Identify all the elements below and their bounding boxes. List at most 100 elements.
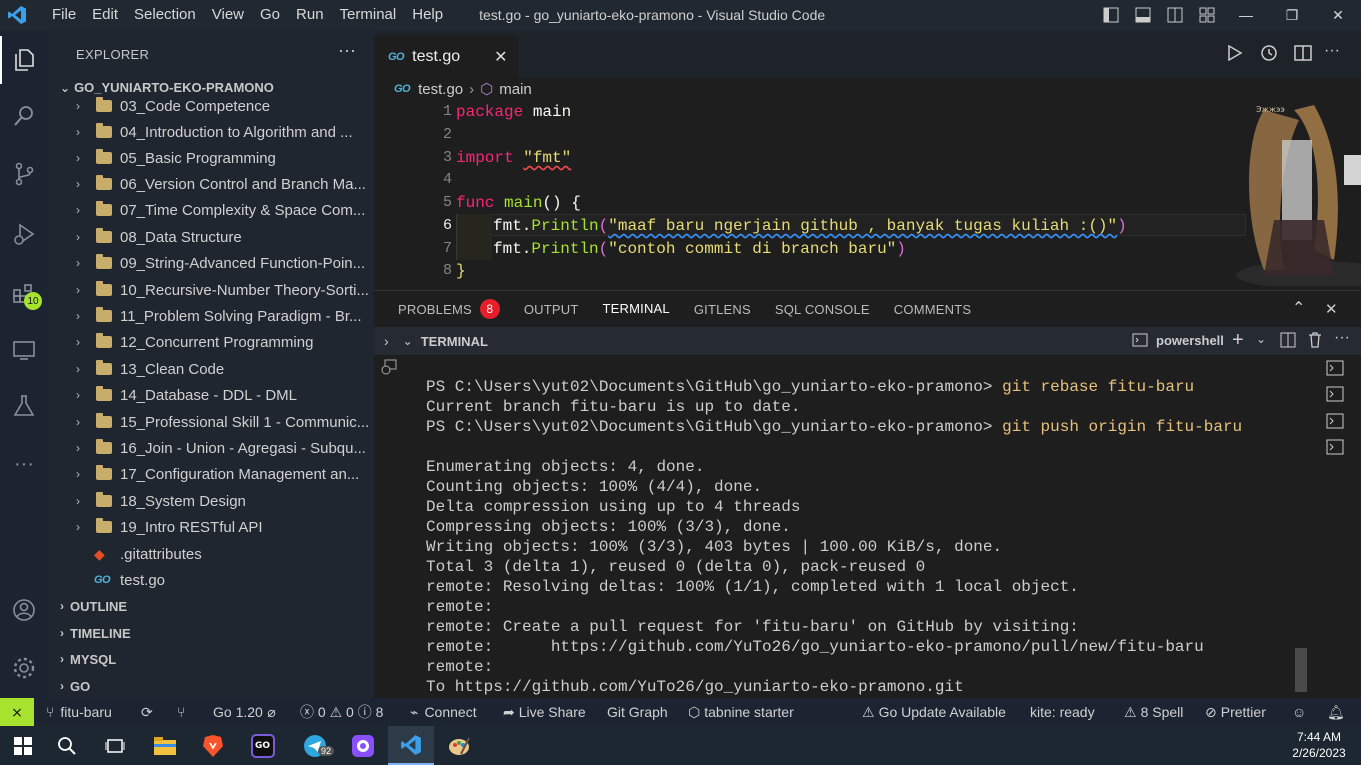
live-share-status[interactable]: ➦ Live Share bbox=[503, 698, 586, 726]
editor-more-icon[interactable]: ··· bbox=[1324, 42, 1340, 60]
folder-item[interactable]: › 08_Data Structure bbox=[48, 224, 374, 250]
spell-status[interactable]: ⚠ 8 Spell bbox=[1124, 698, 1183, 726]
menu-selection[interactable]: Selection bbox=[126, 0, 204, 30]
go-section[interactable]: › GO bbox=[48, 673, 374, 699]
kill-terminal-trash-icon[interactable] bbox=[1308, 332, 1322, 351]
history-icon[interactable] bbox=[1260, 44, 1278, 67]
split-editor-icon[interactable] bbox=[1294, 44, 1312, 67]
folder-item[interactable]: › 19_Intro RESTful API bbox=[48, 514, 374, 540]
connect-status[interactable]: ⌁ Connect bbox=[410, 698, 477, 726]
chevron-right-icon[interactable]: › bbox=[384, 333, 389, 349]
testing-icon[interactable] bbox=[0, 382, 48, 430]
task-view-icon[interactable] bbox=[92, 726, 138, 765]
folder-item[interactable]: › 13_Clean Code bbox=[48, 356, 374, 382]
customize-layout-icon[interactable] bbox=[1191, 0, 1223, 30]
remote-explorer-icon[interactable] bbox=[0, 326, 48, 374]
tab-output[interactable]: OUTPUT bbox=[524, 291, 579, 328]
folder-item[interactable]: › 04_Introduction to Algorithm and ... bbox=[48, 119, 374, 145]
notifications-bell-icon[interactable]: 🔔︎ bbox=[1327, 698, 1345, 726]
terminal-shell-name[interactable]: powershell bbox=[1156, 333, 1224, 348]
menu-view[interactable]: View bbox=[204, 0, 252, 30]
toggle-secondary-sidebar-icon[interactable] bbox=[1159, 0, 1191, 30]
new-terminal-icon[interactable]: + bbox=[1232, 329, 1244, 352]
tab-problems[interactable]: PROBLEMS 8 bbox=[398, 291, 500, 328]
terminal-instance-icon[interactable] bbox=[1326, 439, 1344, 460]
maximize-panel-icon[interactable]: ⌃ bbox=[1292, 298, 1305, 318]
terminal-dropdown-icon[interactable]: ⌄ bbox=[1256, 332, 1266, 346]
menu-run[interactable]: Run bbox=[288, 0, 332, 30]
folder-item[interactable]: › 07_Time Complexity & Space Com... bbox=[48, 197, 374, 223]
go-update-status[interactable]: ⚠ Go Update Available bbox=[862, 698, 1006, 726]
menu-terminal[interactable]: Terminal bbox=[332, 0, 405, 30]
github-desktop-icon[interactable] bbox=[340, 726, 386, 765]
outline-section[interactable]: › OUTLINE bbox=[48, 593, 374, 619]
windows-start-icon[interactable] bbox=[0, 726, 46, 765]
terminal-scrollbar[interactable] bbox=[1295, 648, 1307, 692]
terminal-more-icon[interactable]: ··· bbox=[1334, 329, 1350, 347]
kite-status[interactable]: kite: ready bbox=[1030, 698, 1095, 726]
toggle-sidebar-icon[interactable] bbox=[1095, 0, 1127, 30]
menu-go[interactable]: Go bbox=[252, 0, 288, 30]
folder-item[interactable]: › 16_Join - Union - Agregasi - Subqu... bbox=[48, 435, 374, 461]
folder-item[interactable]: › 14_Database - DDL - DML bbox=[48, 382, 374, 408]
extensions-icon[interactable] bbox=[0, 270, 48, 318]
tab-test-go[interactable]: GO test.go ✕ bbox=[374, 36, 518, 78]
source-control-icon[interactable] bbox=[0, 150, 48, 198]
git-graph-button[interactable]: Git Graph bbox=[607, 698, 668, 726]
breadcrumb-symbol[interactable]: main bbox=[499, 81, 532, 98]
taskbar-clock[interactable]: 7:44 AM 2/26/2023 bbox=[1280, 729, 1358, 761]
explorer-icon[interactable] bbox=[0, 36, 48, 84]
terminal-output[interactable]: PS C:\Users\yut02\Documents\GitHub\go_yu… bbox=[404, 355, 1309, 698]
terminal-instance-icon[interactable] bbox=[1326, 360, 1344, 381]
goland-icon[interactable]: GO bbox=[240, 726, 286, 765]
run-debug-icon[interactable] bbox=[0, 210, 48, 258]
file-item[interactable]: ◆ .gitattributes bbox=[48, 541, 374, 567]
telegram-icon[interactable]: 92 bbox=[292, 726, 338, 765]
file-explorer-icon[interactable] bbox=[142, 726, 188, 765]
folder-item[interactable]: › 18_System Design bbox=[48, 488, 374, 514]
more-views-icon[interactable]: ··· bbox=[0, 440, 48, 488]
folder-item[interactable]: › 11_Problem Solving Paradigm - Br... bbox=[48, 303, 374, 329]
toggle-panel-icon[interactable] bbox=[1127, 0, 1159, 30]
manage-gear-icon[interactable] bbox=[0, 644, 48, 692]
brave-browser-icon[interactable] bbox=[190, 726, 236, 765]
folder-item[interactable]: › 05_Basic Programming bbox=[48, 145, 374, 171]
code-editor[interactable]: Эжжээ 1 2 3 4 5 6 7 8 package main impor… bbox=[374, 100, 1361, 286]
folder-item[interactable]: › 12_Concurrent Programming bbox=[48, 329, 374, 355]
folder-item[interactable]: › 03_Code Competence bbox=[48, 93, 374, 119]
remote-indicator-icon[interactable]: ⨯ bbox=[0, 698, 34, 726]
close-window-button[interactable]: ✕ bbox=[1315, 0, 1361, 30]
problems-status[interactable]: ⓧ 0 ⚠ 0 ⓘ 8 bbox=[300, 698, 383, 726]
minimize-button[interactable]: — bbox=[1223, 0, 1269, 30]
timeline-section[interactable]: › TIMELINE bbox=[48, 620, 374, 646]
folder-item[interactable]: › 15_Professional Skill 1 - Communic... bbox=[48, 409, 374, 435]
prettier-status[interactable]: ⊘ Prettier bbox=[1205, 698, 1266, 726]
terminal-debug-icon[interactable] bbox=[380, 358, 398, 381]
terminal-instance-icon[interactable] bbox=[1326, 386, 1344, 407]
restore-button[interactable]: ❐ bbox=[1269, 0, 1315, 30]
chevron-down-icon[interactable]: ⌄ bbox=[403, 334, 413, 348]
git-compare-icon[interactable]: ⑂ bbox=[177, 698, 185, 726]
terminal-instance-icon[interactable] bbox=[1326, 413, 1344, 434]
taskbar-search-icon[interactable] bbox=[44, 726, 90, 765]
folder-item[interactable]: › 09_String-Advanced Function-Poin... bbox=[48, 250, 374, 276]
folder-item[interactable]: › 10_Recursive-Number Theory-Sorti... bbox=[48, 277, 374, 303]
tab-gitlens[interactable]: GITLENS bbox=[694, 291, 751, 328]
menu-edit[interactable]: Edit bbox=[84, 0, 126, 30]
split-terminal-icon[interactable] bbox=[1280, 332, 1296, 351]
explorer-more-icon[interactable]: ··· bbox=[338, 40, 356, 61]
paint-icon[interactable] bbox=[436, 726, 482, 765]
run-icon[interactable] bbox=[1227, 44, 1243, 67]
tab-terminal[interactable]: TERMINAL bbox=[602, 291, 670, 328]
menu-file[interactable]: File bbox=[44, 0, 84, 30]
search-icon[interactable] bbox=[0, 92, 48, 140]
branch-status[interactable]: ⑂ fitu-baru bbox=[46, 698, 112, 726]
close-panel-icon[interactable]: ✕ bbox=[1325, 300, 1338, 318]
mysql-section[interactable]: › MYSQL bbox=[48, 646, 374, 672]
folder-item[interactable]: › 06_Version Control and Branch Ma... bbox=[48, 171, 374, 197]
folder-item[interactable]: › 17_Configuration Management an... bbox=[48, 461, 374, 487]
accounts-icon[interactable] bbox=[0, 586, 48, 634]
feedback-icon[interactable]: ☺ bbox=[1292, 698, 1306, 726]
tab-sql-console[interactable]: SQL CONSOLE bbox=[775, 291, 870, 328]
file-item[interactable]: GO test.go bbox=[48, 567, 374, 593]
